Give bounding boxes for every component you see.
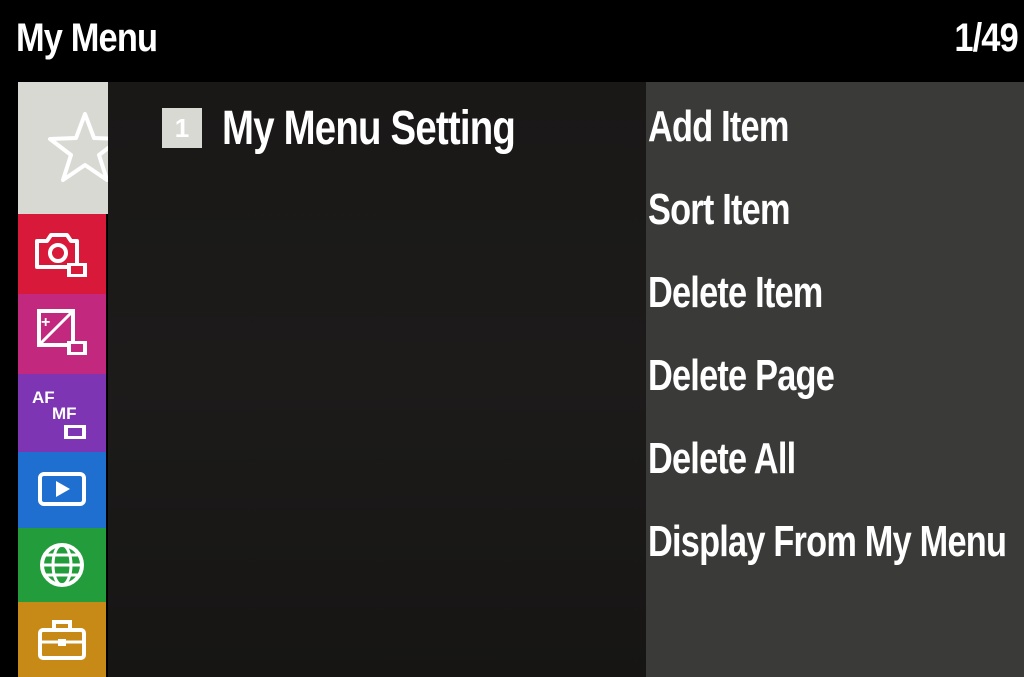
svg-text:+: + [41, 314, 50, 331]
page-number-badge: 1 [162, 108, 202, 148]
header-bar: My Menu 1/49 [0, 0, 1024, 82]
playback-icon [38, 472, 86, 506]
menu-body: + AF MF 1 My Menu Setting Add Item Sort … [0, 82, 1024, 677]
option-delete-item[interactable]: Delete Item [648, 258, 823, 328]
option-delete-page[interactable]: Delete Page [648, 341, 835, 411]
camera-icon [35, 233, 87, 277]
globe-icon [40, 543, 84, 587]
tab-setup[interactable] [18, 602, 106, 677]
toolbox-icon [38, 619, 86, 660]
tab-network[interactable] [18, 528, 106, 602]
setting-label: My Menu Setting [222, 101, 516, 155]
menu-title: My Menu [16, 16, 158, 60]
option-sort-item[interactable]: Sort Item [648, 175, 791, 245]
menu-content-panel [108, 82, 646, 677]
option-display-from-my-menu[interactable]: Display From My Menu [648, 507, 1007, 577]
options-panel: Add Item Sort Item Delete Item Delete Pa… [646, 82, 1024, 677]
svg-text:MF: MF [52, 404, 77, 423]
af-mf-icon: AF MF [32, 388, 86, 439]
tab-exposure-color[interactable]: + [18, 294, 106, 374]
tab-camera-settings[interactable] [18, 214, 106, 294]
tab-playback[interactable] [18, 452, 106, 528]
exposure-icon: + [37, 309, 87, 355]
page-counter: 1/49 [954, 16, 1018, 60]
option-delete-all[interactable]: Delete All [648, 424, 796, 494]
option-add-item[interactable]: Add Item [648, 92, 789, 162]
tab-focus[interactable]: AF MF [18, 374, 106, 452]
my-menu-setting-row[interactable]: 1 My Menu Setting [162, 101, 588, 155]
